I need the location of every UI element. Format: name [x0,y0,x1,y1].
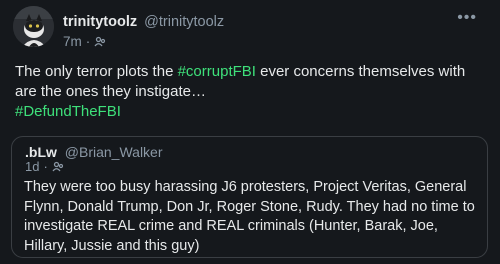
quote-meta: 1d · [25,159,64,174]
avatar[interactable] [13,6,54,47]
hashtag-corruptfbi[interactable]: #corruptFBI [178,63,256,80]
author-display-name[interactable]: trinitytoolz [63,14,137,30]
author-handle[interactable]: @trinitytoolz [144,14,224,30]
quote-time[interactable]: 1d [25,159,39,174]
quote-display-name[interactable]: .bLw [25,144,57,160]
hashtag-defundthefbi[interactable]: #DefundTheFBI [15,103,121,120]
tweet-time[interactable]: 7m [63,34,82,49]
tweet-header: trinitytoolz @trinitytoolz [63,13,460,31]
meta-separator: · [85,34,91,49]
tweet-meta: 7m · [63,34,106,49]
more-options-icon[interactable]: ••• [457,9,477,27]
quoted-tweet[interactable]: .bLw @Brian_Walker 1d · They were too bu… [11,136,488,258]
quote-handle[interactable]: @Brian_Walker [65,144,163,160]
audience-icon [94,36,106,46]
audience-icon [52,161,63,171]
avatar-cat-icon [13,6,54,47]
tweet-text: The only terror plots the #corruptFBI ev… [15,62,485,122]
quote-text: They were too busy harassing J6 proteste… [24,179,475,254]
tweet-text-part1: The only terror plots the [15,63,178,80]
quote-meta-separator: · [43,159,48,174]
